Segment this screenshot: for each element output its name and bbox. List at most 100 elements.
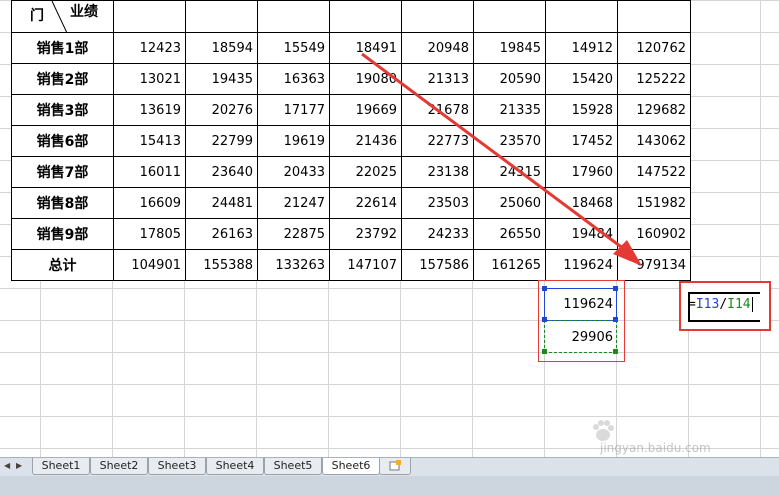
table-cell[interactable]: 129682 [617,94,691,126]
table-cell[interactable]: 25060 [473,187,546,219]
cell-formula[interactable]: =I13/I14 [688,297,753,312]
table-cell[interactable]: 21335 [473,94,546,126]
header-cell[interactable] [185,0,258,33]
table-cell[interactable]: 18468 [545,187,618,219]
table-cell[interactable]: 157586 [401,249,474,281]
tab-scroll-buttons[interactable]: ◀ ▶ [0,458,30,474]
table-cell[interactable]: 15420 [545,63,618,95]
header-cell[interactable] [617,0,691,33]
table-cell[interactable]: 19669 [329,94,402,126]
header-cell[interactable] [401,0,474,33]
table-cell[interactable]: 16363 [257,63,330,95]
tab-sheet2[interactable]: Sheet2 [90,458,148,475]
table-cell[interactable]: 143062 [617,125,691,157]
table-cell[interactable]: 13619 [113,94,186,126]
table-cell[interactable]: 22614 [329,187,402,219]
table-row: 销售3部 13619 20276 17177 19669 21678 21335 15928 1… [11,94,691,126]
table-cell[interactable]: 18594 [185,32,258,64]
row-label[interactable]: 销售1部 [11,32,114,64]
table-cell[interactable]: 979134 [617,249,691,281]
table-cell[interactable]: 17452 [545,125,618,157]
handle [613,349,618,354]
row-label[interactable]: 总计 [11,249,114,281]
header-cell[interactable] [257,0,330,33]
table-cell[interactable]: 19484 [545,218,618,250]
handle [613,286,618,291]
table-cell[interactable]: 161265 [473,249,546,281]
table-cell[interactable]: 19845 [473,32,546,64]
table-cell[interactable]: 24315 [473,156,546,188]
cell-i13[interactable]: 119624 [546,297,613,312]
table-cell[interactable]: 21247 [257,187,330,219]
header-cell[interactable] [113,0,186,33]
table-cell[interactable]: 19619 [257,125,330,157]
table-cell[interactable]: 23792 [329,218,402,250]
row-label[interactable]: 销售8部 [11,187,114,219]
header-cell[interactable] [473,0,546,33]
tab-sheet1[interactable]: Sheet1 [32,458,90,475]
table-cell[interactable]: 23138 [401,156,474,188]
table-cell[interactable]: 16609 [113,187,186,219]
header-cell[interactable] [545,0,618,33]
table-cell[interactable]: 151982 [617,187,691,219]
table-cell[interactable]: 24233 [401,218,474,250]
table-cell[interactable]: 23503 [401,187,474,219]
table-cell[interactable]: 119624 [545,249,618,281]
tab-sheet6[interactable]: Sheet6 [322,458,380,475]
row-label[interactable]: 销售3部 [11,94,114,126]
table-cell[interactable]: 15928 [545,94,618,126]
table-cell[interactable]: 15549 [257,32,330,64]
table-cell[interactable]: 133263 [257,249,330,281]
table-cell[interactable]: 147522 [617,156,691,188]
row-label[interactable]: 销售7部 [11,156,114,188]
table-cell[interactable]: 12423 [113,32,186,64]
table-cell[interactable]: 13021 [113,63,186,95]
table-cell[interactable]: 21313 [401,63,474,95]
table-cell[interactable]: 147107 [329,249,402,281]
table-cell[interactable]: 20276 [185,94,258,126]
table-cell[interactable]: 160902 [617,218,691,250]
table-cell[interactable]: 22025 [329,156,402,188]
table-cell[interactable]: 16011 [113,156,186,188]
table-cell[interactable]: 19080 [329,63,402,95]
table-cell[interactable]: 21436 [329,125,402,157]
table-cell[interactable]: 19435 [185,63,258,95]
row-label[interactable]: 销售9部 [11,218,114,250]
table-cell[interactable]: 26550 [473,218,546,250]
table-cell[interactable]: 21678 [401,94,474,126]
row-label[interactable]: 销售2部 [11,63,114,95]
header-cell[interactable] [329,0,402,33]
table-cell[interactable]: 125222 [617,63,691,95]
table-cell[interactable]: 26163 [185,218,258,250]
table-cell[interactable]: 15413 [113,125,186,157]
cell-i14[interactable]: 29906 [546,330,613,345]
table-cell[interactable]: 14912 [545,32,618,64]
table-cell[interactable]: 17960 [545,156,618,188]
table-cell[interactable]: 155388 [185,249,258,281]
diagonal-header-cell[interactable]: 门 业绩 [11,0,114,33]
table-cell[interactable]: 17177 [257,94,330,126]
tab-sheet3[interactable]: Sheet3 [148,458,206,475]
table-cell[interactable]: 18491 [329,32,402,64]
table-cell[interactable]: 20590 [473,63,546,95]
formula-slash: / [719,297,728,312]
table-cell[interactable]: 23570 [473,125,546,157]
table-cell[interactable]: 104901 [113,249,186,281]
table-cell[interactable]: 20433 [257,156,330,188]
row-label[interactable]: 销售6部 [11,125,114,157]
next-sheet-icon[interactable]: ▶ [16,461,22,470]
table-cell[interactable]: 24481 [185,187,258,219]
prev-sheet-icon[interactable]: ◀ [4,461,10,470]
tab-sheet5[interactable]: Sheet5 [264,458,322,475]
table-cell[interactable]: 17805 [113,218,186,250]
tab-sheet4[interactable]: Sheet4 [206,458,264,475]
table-cell[interactable]: 23640 [185,156,258,188]
table-cell[interactable]: 20948 [401,32,474,64]
table-cell[interactable]: 120762 [617,32,691,64]
table-cell[interactable]: 22799 [185,125,258,157]
spreadsheet-grid[interactable]: 门 业绩 销售1部 12423 18594 15549 18491 20948 19845 1… [0,0,779,457]
table-cell[interactable]: 22875 [257,218,330,250]
table-cell[interactable]: 22773 [401,125,474,157]
insert-sheet-button[interactable] [379,458,411,475]
sales-table: 门 业绩 销售1部 12423 18594 15549 18491 20948 19845 1… [11,0,691,281]
